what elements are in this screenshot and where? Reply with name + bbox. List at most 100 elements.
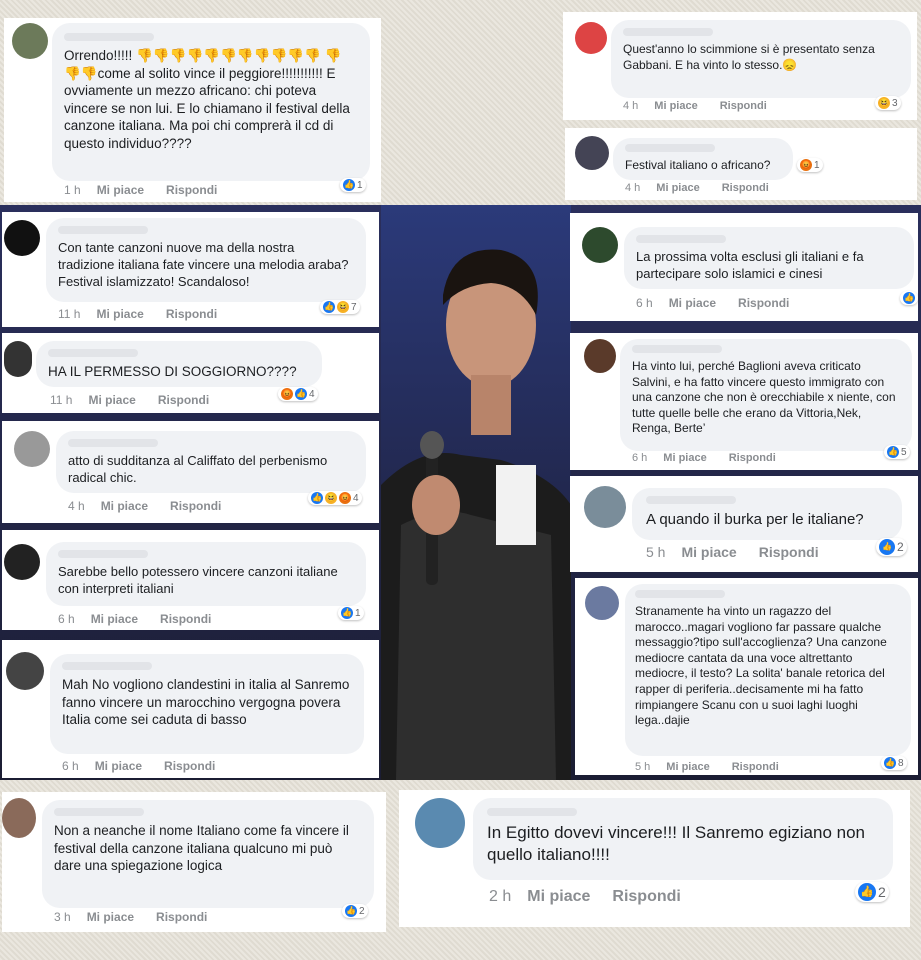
- singer-illustration: [381, 205, 571, 780]
- comment-card: Quest'anno lo scimmione si è presentato …: [563, 12, 917, 120]
- like-icon: 👍: [879, 539, 895, 555]
- reactions[interactable]: 👍 😆 😡 4: [308, 491, 362, 505]
- comment-text: Stranamente ha vinto un ragazzo del maro…: [635, 604, 887, 728]
- reactions[interactable]: 👍 1: [340, 178, 366, 192]
- reaction-count: 5: [901, 446, 907, 458]
- comment-bubble: Orrendo!!!!! 👎👎👎👎👎👎👎👎👎👎👎 👎👎👎come al soli…: [52, 23, 370, 181]
- like-button[interactable]: Mi piace: [87, 910, 134, 924]
- reply-button[interactable]: Rispondi: [156, 910, 207, 924]
- avatar[interactable]: [575, 22, 607, 54]
- timestamp: 4 h: [68, 499, 85, 513]
- avatar[interactable]: [584, 486, 626, 528]
- avatar[interactable]: [585, 586, 619, 620]
- avatar[interactable]: [4, 341, 32, 377]
- comment-card: HA IL PERMESSO DI SOGGIORNO???? 11 h Mi p…: [2, 333, 379, 413]
- redacted-name: [48, 349, 138, 357]
- like-button[interactable]: Mi piace: [97, 183, 144, 197]
- reply-button[interactable]: Rispondi: [722, 182, 769, 194]
- like-button[interactable]: Mi piace: [91, 612, 138, 626]
- reply-button[interactable]: Rispondi: [158, 393, 209, 407]
- reactions[interactable]: 😡 1: [797, 158, 823, 172]
- comment-card: A quando il burka per le italiane? 5 h Mi…: [570, 476, 918, 572]
- comment-actions: 6 h Mi piace Rispondi: [632, 452, 798, 464]
- reply-button[interactable]: Rispondi: [738, 296, 789, 310]
- reaction-count: 1: [357, 179, 363, 191]
- comment-bubble: HA IL PERMESSO DI SOGGIORNO????: [36, 341, 322, 387]
- reply-button[interactable]: Rispondi: [170, 499, 221, 513]
- avatar[interactable]: [6, 652, 44, 690]
- comment-text: atto di sudditanza al Califfato del perb…: [68, 453, 328, 485]
- reactions[interactable]: 👍 8: [881, 756, 907, 770]
- avatar[interactable]: [415, 798, 465, 848]
- reactions[interactable]: 👍 2: [855, 882, 889, 902]
- avatar[interactable]: [4, 220, 40, 256]
- reaction-count: 4: [353, 492, 359, 504]
- reply-button[interactable]: Rispondi: [729, 452, 776, 464]
- comment-card: atto di sudditanza al Califfato del perb…: [2, 421, 379, 523]
- reactions[interactable]: 😆 3: [875, 96, 901, 110]
- comment-bubble: In Egitto dovevi vincere!!! Il Sanremo e…: [473, 798, 893, 880]
- reaction-count: 7: [351, 301, 357, 313]
- singer-photo: [381, 205, 571, 780]
- reactions[interactable]: 👍 2: [876, 538, 907, 556]
- reactions[interactable]: 👍 1: [338, 606, 364, 620]
- reply-button[interactable]: Rispondi: [160, 612, 211, 626]
- avatar[interactable]: [575, 136, 609, 170]
- reply-button[interactable]: Rispondi: [166, 183, 217, 197]
- timestamp: 4 h: [623, 100, 639, 112]
- reply-button[interactable]: Rispondi: [612, 888, 680, 905]
- reactions[interactable]: 👍: [900, 291, 918, 305]
- comment-card: Orrendo!!!!! 👎👎👎👎👎👎👎👎👎👎👎 👎👎👎come al soli…: [4, 18, 381, 202]
- avatar[interactable]: [2, 798, 36, 838]
- like-button[interactable]: Mi piace: [666, 761, 709, 773]
- reply-button[interactable]: Rispondi: [166, 307, 217, 321]
- reaction-count: 2: [359, 905, 365, 917]
- like-button[interactable]: Mi piace: [656, 182, 699, 194]
- like-icon: 👍: [323, 301, 335, 313]
- like-icon: 👍: [887, 446, 899, 458]
- like-button[interactable]: Mi piace: [101, 499, 148, 513]
- reply-button[interactable]: Rispondi: [164, 759, 215, 773]
- comment-text: Sarebbe bello potessero vincere canzoni …: [58, 564, 338, 596]
- like-icon: 👍: [345, 905, 357, 917]
- reaction-count: 8: [898, 757, 904, 769]
- like-button[interactable]: Mi piace: [88, 393, 135, 407]
- timestamp: 5 h: [646, 544, 666, 560]
- comment-card: La prossima volta esclusi gli italiani e…: [570, 213, 918, 321]
- avatar[interactable]: [4, 544, 40, 580]
- reply-button[interactable]: Rispondi: [732, 761, 779, 773]
- comment-text: Festival italiano o africano?: [625, 158, 771, 172]
- like-icon: 👍: [295, 388, 307, 400]
- comment-text: HA IL PERMESSO DI SOGGIORNO????: [48, 364, 297, 379]
- reactions[interactable]: 👍 2: [342, 904, 368, 918]
- redacted-name: [58, 550, 148, 558]
- comment-card: Sarebbe bello potessero vincere canzoni …: [2, 530, 379, 630]
- comment-card: Stranamente ha vinto un ragazzo del maro…: [575, 578, 918, 775]
- timestamp: 6 h: [58, 612, 75, 626]
- like-button[interactable]: Mi piace: [96, 307, 143, 321]
- timestamp: 4 h: [625, 182, 641, 194]
- avatar[interactable]: [584, 339, 616, 373]
- redacted-name: [487, 808, 577, 816]
- reaction-count: 1: [814, 159, 820, 171]
- like-button[interactable]: Mi piace: [663, 452, 706, 464]
- reply-button[interactable]: Rispondi: [720, 100, 767, 112]
- avatar[interactable]: [14, 431, 50, 467]
- comment-bubble: A quando il burka per le italiane?: [632, 488, 902, 540]
- like-button[interactable]: Mi piace: [95, 759, 142, 773]
- reply-button[interactable]: Rispondi: [759, 544, 819, 560]
- reactions[interactable]: 😡 👍 4: [278, 387, 318, 401]
- like-button[interactable]: Mi piace: [654, 100, 697, 112]
- avatar[interactable]: [582, 227, 618, 263]
- reactions[interactable]: 👍 5: [884, 445, 910, 459]
- reactions[interactable]: 👍 😆 7: [320, 300, 360, 314]
- comment-card: Non a neanche il nome Italiano come fa v…: [2, 792, 386, 932]
- like-button[interactable]: Mi piace: [681, 544, 736, 560]
- comment-actions: 3 h Mi piace Rispondi: [54, 910, 229, 924]
- comment-text: A quando il burka per le italiane?: [646, 511, 864, 528]
- like-button[interactable]: Mi piace: [669, 296, 716, 310]
- avatar[interactable]: [12, 23, 48, 59]
- comment-actions: 11 h Mi piace Rispondi: [50, 393, 231, 407]
- like-button[interactable]: Mi piace: [527, 888, 590, 905]
- comment-text: In Egitto dovevi vincere!!! Il Sanremo e…: [487, 823, 865, 865]
